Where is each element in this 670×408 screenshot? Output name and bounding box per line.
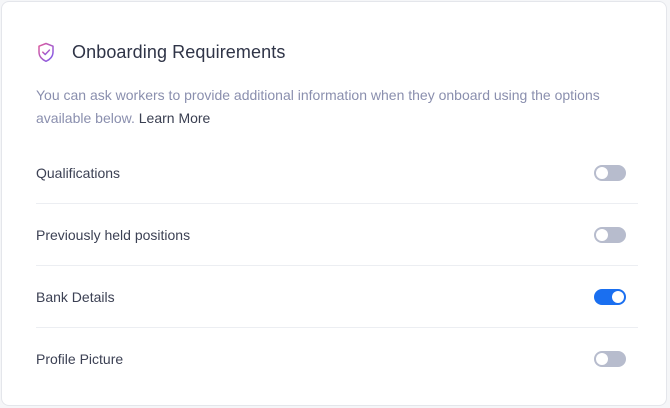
requirements-list: Qualifications Previously held positions… — [36, 142, 638, 390]
qualifications-toggle[interactable] — [594, 164, 626, 181]
requirement-row-bank-details: Bank Details — [36, 266, 638, 328]
requirement-label: Bank Details — [36, 288, 115, 305]
toggle-knob — [596, 228, 608, 241]
card-title: Onboarding Requirements — [72, 41, 286, 62]
card-header: Onboarding Requirements — [36, 39, 285, 65]
requirement-row-previous-positions: Previously held positions — [36, 204, 638, 266]
requirement-label: Qualifications — [36, 164, 121, 181]
toggle-knob — [612, 290, 624, 303]
requirement-label: Previously held positions — [36, 226, 191, 243]
toggle-knob — [596, 166, 608, 179]
requirement-label: Profile Picture — [36, 351, 124, 367]
requirement-row-profile-picture: Profile Picture — [36, 328, 638, 390]
requirement-row-qualifications: Qualifications — [36, 142, 638, 204]
card-description: You can ask workers to provide additiona… — [36, 84, 626, 130]
shield-check-icon — [36, 41, 56, 63]
onboarding-requirements-card: Onboarding Requirements You can ask work… — [1, 1, 667, 406]
toggle-knob — [596, 353, 608, 365]
description-text: You can ask workers to provide additiona… — [36, 87, 600, 126]
learn-more-link[interactable]: Learn More — [139, 110, 211, 126]
previous-positions-toggle[interactable] — [594, 226, 626, 243]
profile-picture-toggle[interactable] — [594, 351, 626, 367]
bank-details-toggle[interactable] — [594, 288, 626, 305]
